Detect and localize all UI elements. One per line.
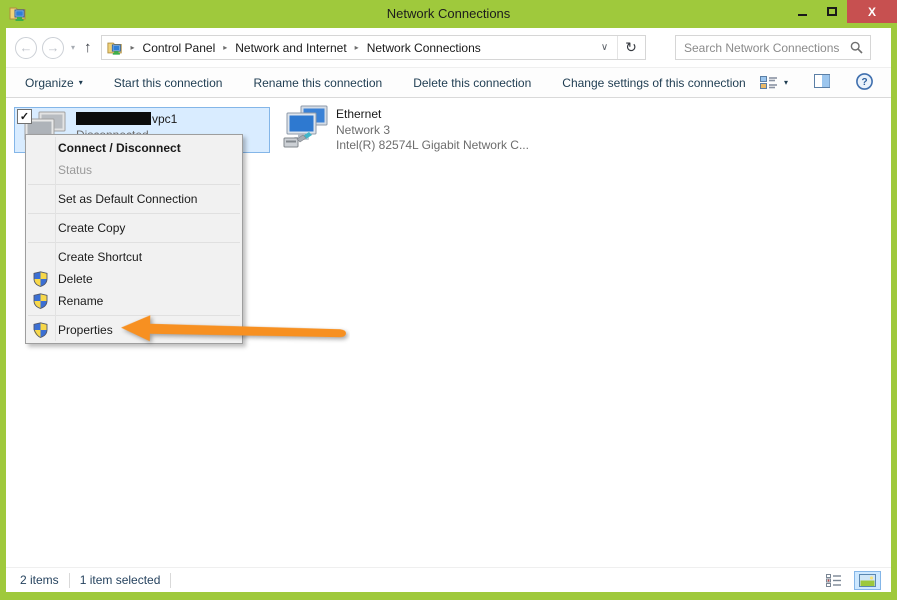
up-button[interactable]: ↑ xyxy=(84,39,92,56)
back-button[interactable]: ← xyxy=(15,37,37,59)
chevron-down-icon: ▾ xyxy=(784,78,788,87)
toolbar-right-icons: ▾ ? xyxy=(756,70,877,96)
menu-separator xyxy=(28,315,240,316)
menu-item-connect-disconnect[interactable]: Connect / Disconnect xyxy=(26,137,242,159)
menu-item-label: Delete xyxy=(58,272,93,286)
back-icon: ← xyxy=(20,40,33,55)
recent-pages-button[interactable]: ▾ xyxy=(71,43,75,52)
status-divider xyxy=(170,573,171,588)
forward-icon: → xyxy=(47,40,60,55)
preview-pane-button[interactable] xyxy=(810,71,834,94)
forward-button[interactable]: → xyxy=(42,37,64,59)
breadcrumb-separator-icon: ▸ xyxy=(123,43,143,52)
svg-text:?: ? xyxy=(861,77,867,88)
chevron-down-icon: ▾ xyxy=(71,43,75,52)
connection-item-ethernet[interactable]: Ethernet Network 3 Intel(R) 82574L Gigab… xyxy=(283,105,529,152)
item-checkbox[interactable]: ✓ xyxy=(17,109,32,124)
uac-shield-icon xyxy=(33,293,48,309)
view-options-icon xyxy=(760,75,778,90)
menu-item-create-copy[interactable]: Create Copy xyxy=(26,217,242,239)
network-folder-icon xyxy=(107,40,123,56)
network-connections-window: Network Connections X ← → ▾ ↑ ▸ xyxy=(0,0,897,600)
minimize-button[interactable] xyxy=(787,0,817,23)
window-title: Network Connections xyxy=(0,6,897,21)
preview-pane-icon xyxy=(814,74,830,88)
menu-item-set-default-connection[interactable]: Set as Default Connection xyxy=(26,188,242,210)
statusbar-view-buttons xyxy=(822,571,881,590)
menu-item-label: Create Shortcut xyxy=(58,250,142,264)
start-connection-button[interactable]: Start this connection xyxy=(114,76,223,90)
connection-name-suffix: vpc1 xyxy=(152,112,177,126)
navigation-bar: ← → ▾ ↑ ▸ Control Panel ▸ Network and In… xyxy=(6,28,891,67)
change-settings-button[interactable]: Change settings of this connection xyxy=(562,76,745,90)
ethernet-network-icon xyxy=(283,105,329,149)
refresh-button[interactable]: ↻ xyxy=(618,39,645,56)
redacted-name-box xyxy=(76,112,151,125)
organize-button[interactable]: Organize ▾ xyxy=(25,76,83,90)
status-bar: 2 items 1 item selected xyxy=(6,567,891,592)
caption-buttons: X xyxy=(787,0,897,23)
menu-item-create-shortcut[interactable]: Create Shortcut xyxy=(26,246,242,268)
breadcrumb-separator-icon: ▸ xyxy=(347,43,367,52)
menu-item-label: Rename xyxy=(58,294,103,308)
menu-item-label: Properties xyxy=(58,323,113,337)
close-icon: X xyxy=(868,5,876,19)
breadcrumb-network-and-internet[interactable]: Network and Internet xyxy=(235,41,346,55)
uac-shield-icon xyxy=(33,271,48,287)
close-button[interactable]: X xyxy=(847,0,897,23)
details-view-button[interactable] xyxy=(822,572,846,589)
details-view-icon xyxy=(826,574,842,587)
search-box xyxy=(675,35,871,60)
change-view-button[interactable]: ▾ xyxy=(756,72,792,93)
address-bar[interactable]: ▸ Control Panel ▸ Network and Internet ▸… xyxy=(101,35,646,60)
context-menu: Connect / Disconnect Status Set as Defau… xyxy=(25,134,243,344)
items-count: 2 items xyxy=(20,573,59,587)
connection-device: Intel(R) 82574L Gigabit Network C... xyxy=(336,138,529,152)
menu-item-label: Create Copy xyxy=(58,221,125,235)
chevron-down-icon: ▾ xyxy=(79,78,83,87)
menu-item-properties[interactable]: Properties xyxy=(26,319,242,341)
menu-item-label: Status xyxy=(58,163,92,177)
minimize-icon xyxy=(798,14,807,16)
uac-shield-icon xyxy=(33,322,48,338)
title-bar: Network Connections X xyxy=(0,0,897,28)
connection-network: Network 3 xyxy=(336,123,529,137)
connection-name: vpc1 xyxy=(76,111,177,126)
window-frame: ← → ▾ ↑ ▸ Control Panel ▸ Network and In… xyxy=(6,28,891,592)
search-input[interactable] xyxy=(676,41,850,55)
menu-separator xyxy=(28,184,240,185)
menu-item-delete[interactable]: Delete xyxy=(26,268,242,290)
breadcrumb-control-panel[interactable]: Control Panel xyxy=(143,41,216,55)
selected-count: 1 item selected xyxy=(80,573,161,587)
organize-label: Organize xyxy=(25,76,74,90)
menu-item-status[interactable]: Status xyxy=(26,159,242,181)
help-icon: ? xyxy=(856,73,873,90)
command-toolbar: Organize ▾ Start this connection Rename … xyxy=(6,67,891,98)
menu-item-label: Set as Default Connection xyxy=(58,192,197,206)
maximize-icon xyxy=(827,7,837,16)
menu-item-rename[interactable]: Rename xyxy=(26,290,242,312)
menu-separator xyxy=(28,242,240,243)
status-divider xyxy=(69,573,70,588)
help-button[interactable]: ? xyxy=(852,70,877,96)
address-dropdown-button[interactable]: ∨ xyxy=(593,42,617,53)
maximize-button[interactable] xyxy=(817,0,847,23)
menu-item-label: Connect / Disconnect xyxy=(58,141,181,155)
check-icon: ✓ xyxy=(20,110,29,123)
search-icon[interactable] xyxy=(850,41,863,54)
refresh-icon: ↻ xyxy=(625,39,637,55)
connection-name: Ethernet xyxy=(336,107,529,122)
chevron-down-icon: ∨ xyxy=(601,42,608,53)
menu-separator xyxy=(28,213,240,214)
thumbnail-view-button[interactable] xyxy=(854,571,881,590)
delete-connection-button[interactable]: Delete this connection xyxy=(413,76,531,90)
up-icon: ↑ xyxy=(84,39,92,56)
breadcrumb-network-connections[interactable]: Network Connections xyxy=(367,41,481,55)
connections-list: ✓ vpc1 Disconnected xyxy=(6,98,891,567)
rename-connection-button[interactable]: Rename this connection xyxy=(253,76,382,90)
thumbnail-view-icon xyxy=(859,574,876,587)
breadcrumb-separator-icon: ▸ xyxy=(215,43,235,52)
connection-text: Ethernet Network 3 Intel(R) 82574L Gigab… xyxy=(336,105,529,152)
